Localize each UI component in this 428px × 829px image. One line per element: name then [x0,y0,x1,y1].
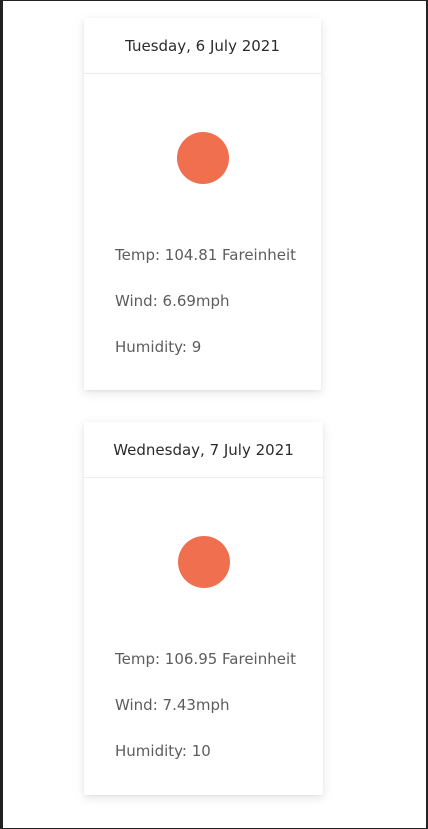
humidity-text: Humidity: 9 [115,338,202,356]
wind-text: Wind: 7.43mph [115,696,230,714]
temperature-text: Temp: 104.81 Fareinheit [115,246,297,264]
forecast-date: Tuesday, 6 July 2021 [84,18,321,74]
window-border-top [0,0,428,1]
temperature-text: Temp: 106.95 Fareinheit [115,650,297,668]
window-border-left [0,0,3,829]
humidity-text: Humidity: 10 [115,742,211,760]
sun-icon [177,536,230,588]
wind-text: Wind: 6.69mph [115,292,230,310]
forecast-stats: Temp: 104.81 Fareinheit Wind: 6.69mph Hu… [115,244,296,382]
forecast-date: Wednesday, 7 July 2021 [84,422,323,478]
forecast-card: Tuesday, 6 July 2021 Temp: 104.81 Farein… [84,18,321,390]
forecast-stats: Temp: 106.95 Fareinheit Wind: 7.43mph Hu… [115,648,296,786]
sun-icon [176,132,229,184]
forecast-card: Wednesday, 7 July 2021 Temp: 106.95 Fare… [84,422,323,795]
